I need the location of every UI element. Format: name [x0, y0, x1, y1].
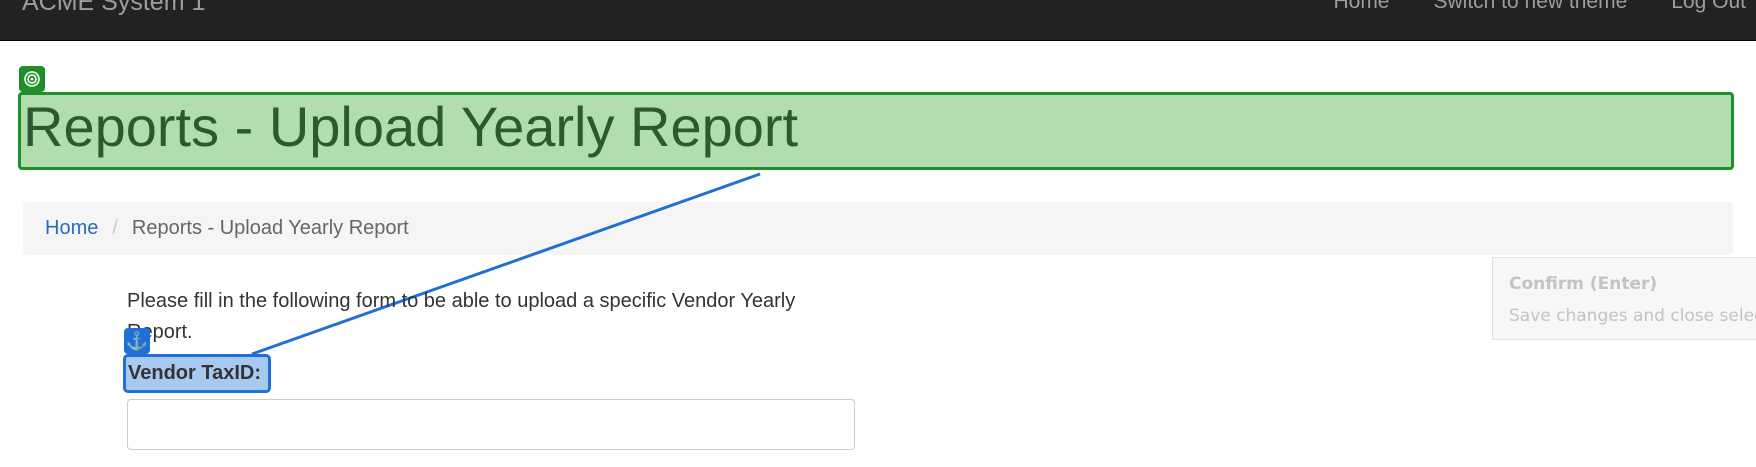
tooltip-text: Save changes and close selection: [1509, 306, 1756, 326]
breadcrumb-current: Reports - Upload Yearly Report: [131, 217, 409, 239]
app-brand[interactable]: ACME System 1: [22, 0, 205, 17]
top-navbar: ACME System 1 Home Switch to new theme L…: [0, 0, 1756, 41]
nav-home-link[interactable]: Home: [1311, 0, 1411, 14]
vendor-taxid-label: Vendor TaxID:: [128, 362, 261, 384]
anchor-icon: ⚓: [124, 328, 150, 354]
form-instructions: Please fill in the following form to be …: [127, 290, 796, 343]
breadcrumb: Home / Reports - Upload Yearly Report: [23, 202, 1733, 255]
nav-switch-theme-link[interactable]: Switch to new theme: [1412, 0, 1650, 14]
breadcrumb-home-link[interactable]: Home: [45, 217, 98, 240]
breadcrumb-separator: /: [112, 217, 118, 239]
confirm-tooltip: Confirm (Enter) Save changes and close s…: [1492, 257, 1756, 340]
page-title: Reports - Upload Yearly Report: [23, 95, 799, 158]
vendor-taxid-input[interactable]: [127, 399, 855, 450]
tooltip-title[interactable]: Confirm (Enter): [1509, 274, 1657, 294]
nav-logout-link[interactable]: Log Out: [1649, 0, 1756, 14]
target-icon: [19, 66, 45, 92]
nav-links: Home Switch to new theme Log Out: [1311, 0, 1756, 14]
